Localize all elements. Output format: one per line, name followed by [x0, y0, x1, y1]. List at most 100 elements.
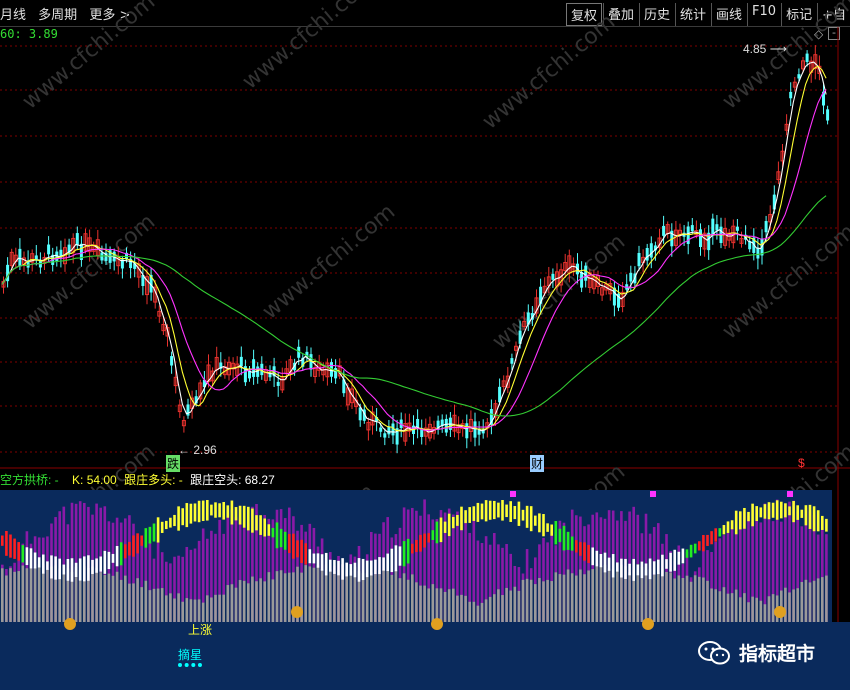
indicator-signal-bar [747, 511, 750, 522]
indicator-gray-bar [583, 574, 586, 622]
indicator-gray-bar [439, 588, 443, 622]
candlestick-series [1, 45, 830, 454]
low-price-label: ← 2.96 [178, 443, 217, 457]
indicator-gray-bar [185, 598, 189, 622]
indicator-gray-bar [529, 579, 533, 622]
indicator-signal-bar [312, 553, 316, 564]
indicator-gray-bar [128, 583, 131, 622]
indicator-signal-bar [677, 551, 681, 565]
indicator-signal-bar [42, 554, 45, 574]
indicator-signal-bar [292, 533, 295, 559]
candle-body-down [170, 356, 174, 366]
indicator-signal-bar [562, 525, 566, 551]
indicator-gray-bar [718, 591, 722, 622]
indicator-gray-bar [13, 571, 16, 622]
indicator-signal-bar [165, 520, 168, 530]
indicator-signal-bar [83, 556, 86, 582]
candle-body-down [47, 244, 51, 255]
money-bag-icon [64, 618, 76, 630]
indicator-signal-bar [148, 526, 152, 544]
indicator-gray-bar [140, 587, 143, 622]
indicator-signal-bar [525, 505, 529, 528]
indicator-signal-bar [25, 547, 29, 566]
cai-marker: 财 [530, 455, 545, 472]
indicator-signal-bar [419, 534, 422, 552]
indicator-signal-bar [788, 506, 791, 516]
indicator-gray-bar [374, 574, 377, 622]
indicator-signal-bar [33, 552, 37, 569]
indicator-signal-bar [579, 542, 582, 556]
indicator-gray-bar [247, 583, 250, 622]
candle-body-down [100, 252, 104, 261]
indicator-signal-bar [493, 500, 496, 520]
indicator-gray-bar [734, 589, 738, 622]
indicator-signal-bar [443, 521, 447, 533]
indicator-gray-bar [644, 569, 648, 622]
indicator-gray-bar [394, 570, 398, 622]
indicator-signal-bar [546, 523, 549, 532]
indicator-signal-bar [95, 558, 98, 573]
indicator-gray-bar [456, 595, 459, 622]
indicator-signal-bar [534, 515, 537, 526]
indicator-signal-bar [74, 562, 78, 577]
indicator-gray-bar [685, 575, 689, 622]
candle-body-down [735, 226, 739, 231]
indicator-signal-bar [644, 563, 648, 576]
indicator-gray-bar [706, 580, 709, 622]
indicator-signal-bar [706, 534, 709, 546]
indicator-signal-bar [464, 510, 467, 524]
indicator-gray-bar [201, 602, 205, 622]
indicator-signal-bar [115, 546, 119, 567]
indicator-signal-bar [726, 521, 730, 533]
die-marker: 跌 [166, 455, 181, 472]
indicator-signal-bar [50, 555, 53, 579]
kline-chart[interactable]: www.cfchi.com www.cfchi.com www.cfchi.com w… [0, 0, 850, 690]
indicator-signal-bar [275, 522, 279, 549]
indicator-gray-bar [115, 571, 119, 622]
candle-body-down [580, 271, 584, 288]
indicator-gray-bar [538, 578, 541, 622]
indicator-gray-bar [767, 596, 771, 622]
indicator-signal-bar [394, 545, 398, 572]
indicator-gray-bar [751, 596, 754, 622]
candle-body-down [551, 273, 555, 280]
indicator-signal-bar [357, 558, 361, 582]
indicator-gray-bar [784, 587, 787, 622]
candle-body-down [826, 109, 830, 121]
indicator-gray-bar [398, 578, 402, 622]
indicator-gray-bar [661, 568, 664, 622]
indicator-signal-bar [374, 559, 377, 575]
indicator-gray-bar [476, 605, 480, 622]
indicator-gray-bar [160, 588, 164, 622]
indicator-signal-bar [825, 518, 828, 532]
indicator-gray-bar [525, 578, 529, 622]
indicator-signal-bar [513, 506, 517, 520]
indicator-signal-bar [402, 541, 406, 567]
indicator-signal-bar [242, 505, 246, 528]
indicator-gray-bar [681, 578, 685, 622]
indicator-gray-bar [427, 588, 430, 622]
indicator-gray-bar [148, 590, 152, 622]
indicator-gray-bar [259, 578, 262, 622]
indicator-signal-bar [329, 559, 332, 572]
indicator-gray-bar [484, 599, 488, 622]
indicator-signal-bar [124, 544, 127, 559]
indicator-gray-bar [181, 601, 184, 622]
indicator-signal-bar [13, 538, 16, 559]
watermark-text: www.cfchi.com [478, 9, 620, 134]
indicator-gray-bar [743, 593, 746, 622]
indicator-signal-bar [665, 559, 668, 569]
indicator-signal-bar [587, 544, 590, 564]
indicator-gray-bar [607, 568, 611, 622]
high-price-label: 4.85 ⟶ [743, 42, 787, 56]
indicator-signal-bar [62, 564, 66, 575]
indicator-gray-bar [189, 599, 193, 622]
indicator-signal-bar [230, 500, 234, 525]
candle-body-down [645, 248, 649, 261]
indicator-signal-bar [267, 524, 271, 536]
candle-body-down [637, 252, 641, 267]
indicator-signal-bar [751, 503, 754, 527]
indicator-signal-bar [341, 558, 344, 580]
indicator-signal-bar [476, 502, 480, 522]
indicator-signal-bar [411, 543, 414, 554]
